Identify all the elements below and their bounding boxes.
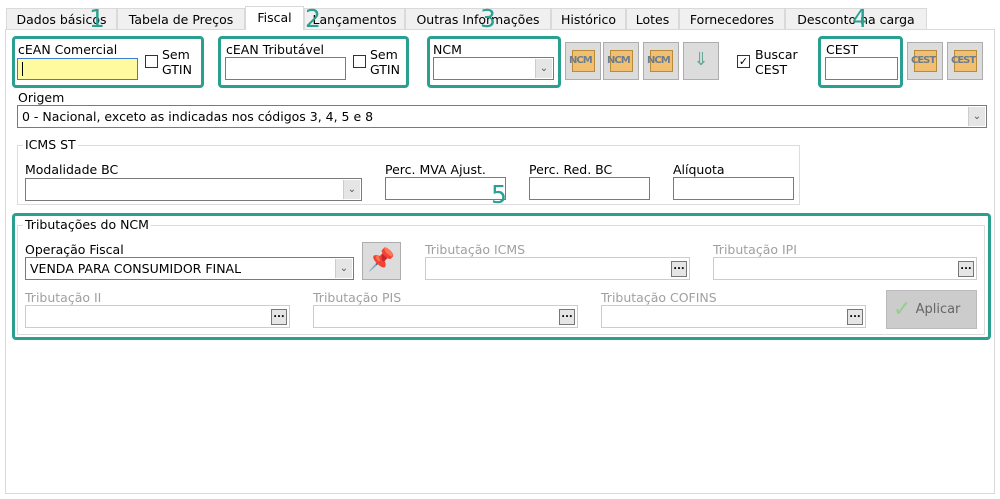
- pushpin-icon: 📌: [367, 248, 396, 273]
- operacao-fiscal-value: VENDA PARA CONSUMIDOR FINAL: [30, 261, 242, 276]
- ncm-search-icon: NCM: [607, 50, 633, 72]
- ncm-table-button[interactable]: NCM: [643, 42, 679, 80]
- ncm-combo[interactable]: ⌄: [433, 57, 554, 80]
- annotation-2: 2: [305, 4, 321, 33]
- modalidade-bc-combo[interactable]: ⌄: [25, 178, 362, 201]
- annotation-3: 3: [480, 4, 496, 33]
- ncm-search-button[interactable]: NCM: [603, 42, 639, 80]
- annotation-1: 1: [89, 4, 105, 33]
- tributacoes-ncm-title: Tributações do NCM: [23, 217, 151, 232]
- perc-mva-input[interactable]: [385, 177, 506, 200]
- tab-fiscal[interactable]: Fiscal: [245, 6, 304, 30]
- origem-value: 0 - Nacional, exceto as indicadas nos có…: [22, 109, 374, 124]
- ellipsis-button[interactable]: ...: [559, 309, 575, 325]
- chevron-down-icon: ⌄: [335, 259, 352, 278]
- tributacao-pis-label: Tributação PIS: [313, 290, 402, 305]
- cest-search-button[interactable]: CEST: [907, 42, 943, 80]
- annotation-4: 4: [852, 4, 868, 33]
- cart-search-button[interactable]: ⇓: [683, 42, 719, 80]
- aliquota-input[interactable]: [673, 177, 794, 200]
- operacao-fiscal-combo[interactable]: VENDA PARA CONSUMIDOR FINAL ⌄: [25, 257, 354, 280]
- tributacao-cofins-input[interactable]: ...: [601, 305, 866, 328]
- cean-tributavel-input[interactable]: [225, 57, 346, 80]
- tributacao-cofins-label: Tributação COFINS: [601, 290, 717, 305]
- chevron-down-icon: ⌄: [343, 180, 360, 199]
- tab-lotes[interactable]: Lotes: [626, 8, 679, 30]
- cest-table-icon: CEST: [951, 50, 977, 72]
- aliquota-label: Alíquota: [673, 162, 725, 177]
- ellipsis-button[interactable]: ...: [847, 309, 863, 325]
- cean-comercial-label: cEAN Comercial: [18, 42, 118, 57]
- chevron-down-icon: ⌄: [535, 59, 552, 78]
- tab-tabela-precos[interactable]: Tabela de Preços: [117, 8, 245, 30]
- origem-label: Origem: [18, 90, 65, 105]
- buscar-cest-label: Buscar CEST: [755, 47, 798, 77]
- chevron-down-icon: ⌄: [968, 107, 985, 126]
- ncm-label: NCM: [433, 42, 462, 57]
- cean-comercial-input[interactable]: [17, 58, 138, 80]
- ncm-new-icon: NCM: [569, 50, 595, 72]
- aplicar-button[interactable]: ✓ Aplicar: [886, 290, 977, 329]
- ellipsis-button[interactable]: ...: [671, 261, 687, 277]
- cest-input[interactable]: [825, 57, 898, 80]
- cean-tributavel-label: cEAN Tributável: [226, 42, 325, 57]
- buscar-cest-checkbox[interactable]: ✓: [737, 55, 750, 68]
- perc-mva-label: Perc. MVA Ajust.: [385, 162, 486, 177]
- tributacao-pis-input[interactable]: ...: [313, 305, 578, 328]
- sem-gtin-comercial-checkbox[interactable]: [145, 55, 158, 68]
- sem-gtin-tributavel-label: Sem GTIN: [370, 47, 400, 77]
- tab-historico[interactable]: Histórico: [551, 8, 626, 30]
- tab-fornecedores[interactable]: Fornecedores: [679, 8, 785, 30]
- ncm-table-icon: NCM: [647, 50, 673, 72]
- modalidade-bc-label: Modalidade BC: [25, 162, 119, 177]
- sem-gtin-tributavel-checkbox[interactable]: [353, 55, 366, 68]
- operacao-fiscal-label: Operação Fiscal: [25, 242, 124, 257]
- perc-red-bc-label: Perc. Red. BC: [529, 162, 613, 177]
- cest-label: CEST: [826, 42, 859, 57]
- tributacao-ipi-label: Tributação IPI: [713, 242, 797, 257]
- tributacao-ii-input[interactable]: ...: [25, 305, 290, 328]
- tributacao-icms-input[interactable]: ...: [425, 257, 690, 280]
- pin-button[interactable]: 📌: [362, 242, 401, 280]
- annotation-5: 5: [491, 180, 507, 209]
- perc-red-bc-input[interactable]: [529, 177, 650, 200]
- sem-gtin-comercial-label: Sem GTIN: [162, 47, 192, 77]
- origem-combo[interactable]: 0 - Nacional, exceto as indicadas nos có…: [17, 105, 987, 128]
- ellipsis-button[interactable]: ...: [958, 261, 974, 277]
- checkmark-icon: ✓: [893, 297, 912, 322]
- icms-st-title: ICMS ST: [23, 137, 78, 152]
- tab-outras-informacoes[interactable]: Outras Informações: [405, 8, 551, 30]
- ncm-new-button[interactable]: NCM: [565, 42, 601, 80]
- ellipsis-button[interactable]: ...: [271, 309, 287, 325]
- tributacao-icms-label: Tributação ICMS: [425, 242, 526, 257]
- tributacao-ii-label: Tributação II: [25, 290, 102, 305]
- cest-search-icon: CEST: [911, 50, 937, 72]
- cart-download-search-icon: ⇓: [693, 49, 709, 70]
- cest-table-button[interactable]: CEST: [947, 42, 983, 80]
- tributacao-ipi-input[interactable]: ...: [713, 257, 977, 280]
